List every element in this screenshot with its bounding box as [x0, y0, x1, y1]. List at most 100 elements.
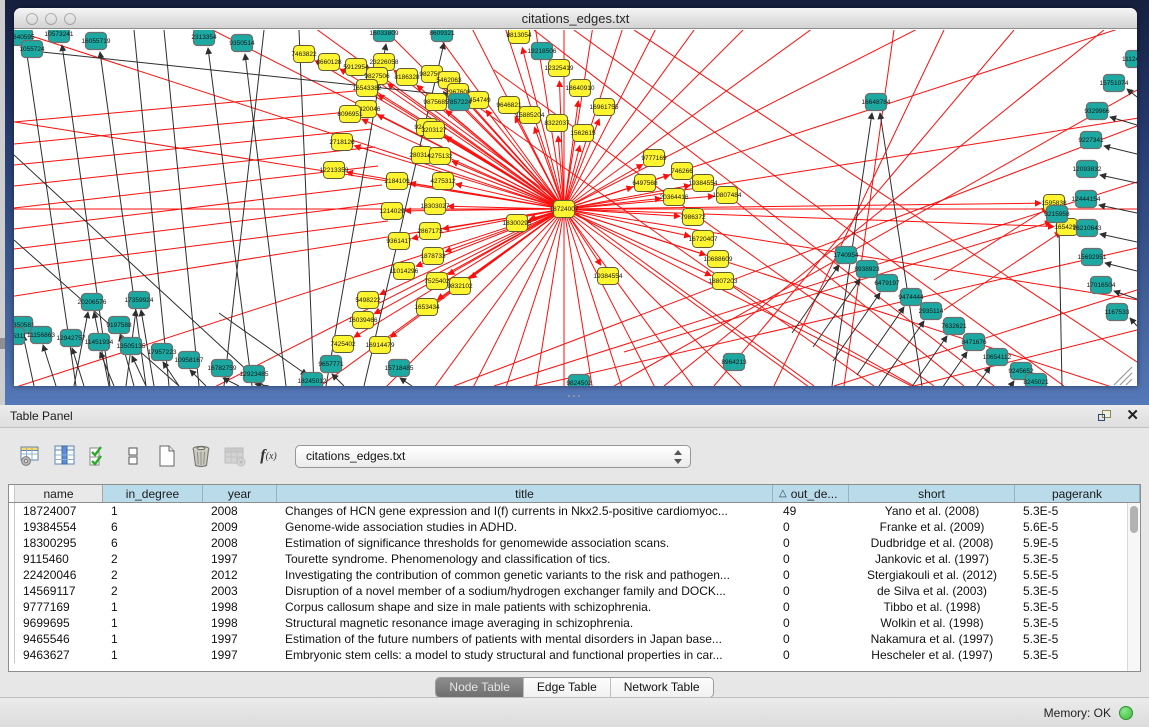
cell-title[interactable]: Disruption of a novel member of a sodium… [277, 583, 773, 599]
cell-pagerank[interactable]: 5.6E-5 [1015, 519, 1127, 535]
function-builder-button[interactable]: f(x) [255, 443, 282, 470]
cell-out_de[interactable]: 0 [773, 599, 849, 615]
cell-short[interactable]: de Silva et al. (2003) [849, 583, 1015, 599]
show-columns-button[interactable] [51, 443, 78, 470]
cell-name[interactable]: 19384554 [15, 519, 103, 535]
cell-title[interactable]: Tourette syndrome. Phenomenology and cla… [277, 551, 773, 567]
cell-short[interactable]: Nakamura et al. (1997) [849, 631, 1015, 647]
cell-year[interactable]: 2008 [203, 535, 277, 551]
cell-name[interactable]: 9115460 [15, 551, 103, 567]
table-selector-dropdown[interactable]: citations_edges.txt [295, 445, 691, 468]
cell-pagerank[interactable]: 5.3E-5 [1015, 503, 1127, 519]
table-row[interactable]: 946554611997Estimation of the future num… [9, 631, 1127, 647]
cell-name[interactable]: 9465546 [15, 631, 103, 647]
cell-year[interactable]: 1997 [203, 631, 277, 647]
column-header-name[interactable]: name [15, 485, 103, 502]
cell-name[interactable]: 14569117 [15, 583, 103, 599]
cell-short[interactable]: Dudbridge et al. (2008) [849, 535, 1015, 551]
table-row[interactable]: 2242004622012Investigating the contribut… [9, 567, 1127, 583]
cell-pagerank[interactable]: 5.9E-5 [1015, 535, 1127, 551]
cell-out_de[interactable]: 0 [773, 551, 849, 567]
cell-out_de[interactable]: 0 [773, 567, 849, 583]
cell-short[interactable]: Franke et al. (2009) [849, 519, 1015, 535]
table-row[interactable]: 1456911722003Disruption of a novel membe… [9, 583, 1127, 599]
window-titlebar[interactable]: citations_edges.txt [14, 8, 1137, 29]
cell-title[interactable]: Estimation of the future numbers of pati… [277, 631, 773, 647]
cell-year[interactable]: 2008 [203, 503, 277, 519]
cell-year[interactable]: 1997 [203, 551, 277, 567]
cell-name[interactable]: 9777169 [15, 599, 103, 615]
scrollbar-thumb[interactable] [1130, 506, 1138, 533]
cell-pagerank[interactable]: 5.3E-5 [1015, 631, 1127, 647]
cell-name[interactable]: 18724007 [15, 503, 103, 519]
cell-title[interactable]: Structural magnetic resonance image aver… [277, 615, 773, 631]
cell-pagerank[interactable]: 5.3E-5 [1015, 551, 1127, 567]
cell-title[interactable]: Estimation of significance thresholds fo… [277, 535, 773, 551]
cell-out_de[interactable]: 0 [773, 519, 849, 535]
cell-year[interactable]: 1997 [203, 647, 277, 663]
float-window-icon[interactable] [1098, 410, 1112, 422]
cell-year[interactable]: 2009 [203, 519, 277, 535]
cell-out_de[interactable]: 0 [773, 535, 849, 551]
cell-in_degree[interactable]: 1 [103, 503, 203, 519]
cell-in_degree[interactable]: 1 [103, 631, 203, 647]
column-header-in_degree[interactable]: in_degree [103, 485, 203, 502]
cell-year[interactable]: 2012 [203, 567, 277, 583]
cell-short[interactable]: Yano et al. (2008) [849, 503, 1015, 519]
tab-node-table[interactable]: Node Table [436, 678, 524, 697]
row-height-button[interactable] [119, 443, 146, 470]
citation-network-graph[interactable]: 7463822866012859129542322605898275068186… [14, 30, 1137, 386]
cell-name[interactable]: 9463627 [15, 647, 103, 663]
cell-out_de[interactable]: 0 [773, 647, 849, 663]
cell-in_degree[interactable]: 2 [103, 567, 203, 583]
cell-in_degree[interactable]: 2 [103, 583, 203, 599]
network-canvas[interactable]: 7463822866012859129542322605898275068186… [14, 30, 1137, 386]
cell-title[interactable]: Corpus callosum shape and size in male p… [277, 599, 773, 615]
table-settings-button[interactable] [17, 443, 44, 470]
cell-title[interactable]: Genome-wide association studies in ADHD. [277, 519, 773, 535]
close-panel-icon[interactable]: ✕ [1126, 409, 1139, 423]
cell-pagerank[interactable]: 5.5E-5 [1015, 567, 1127, 583]
cell-in_degree[interactable]: 1 [103, 599, 203, 615]
cell-short[interactable]: Stergiakouli et al. (2012) [849, 567, 1015, 583]
cell-year[interactable]: 2003 [203, 583, 277, 599]
cell-pagerank[interactable]: 5.3E-5 [1015, 615, 1127, 631]
table-scrollbar[interactable] [1127, 503, 1140, 671]
column-header-pagerank[interactable]: pagerank [1015, 485, 1140, 502]
cell-title[interactable]: Investigating the contribution of common… [277, 567, 773, 583]
column-header-out_de[interactable]: △out_de... [773, 485, 849, 502]
cell-in_degree[interactable]: 1 [103, 647, 203, 663]
splitter-grip[interactable] [566, 392, 582, 400]
cell-year[interactable]: 1998 [203, 615, 277, 631]
cell-short[interactable]: Wolkin et al. (1998) [849, 615, 1015, 631]
new-document-button[interactable] [153, 443, 180, 470]
column-header-year[interactable]: year [203, 485, 277, 502]
cell-short[interactable]: Hescheler et al. (1997) [849, 647, 1015, 663]
cell-short[interactable]: Tibbo et al. (1998) [849, 599, 1015, 615]
table-row[interactable]: 1872400712008Changes of HCN gene express… [9, 503, 1127, 519]
cell-name[interactable]: 22420046 [15, 567, 103, 583]
table-row[interactable]: 911546021997Tourette syndrome. Phenomeno… [9, 551, 1127, 567]
tab-edge-table[interactable]: Edge Table [524, 678, 611, 697]
cell-in_degree[interactable]: 1 [103, 615, 203, 631]
table-row[interactable]: 977716911998Corpus callosum shape and si… [9, 599, 1127, 615]
cell-pagerank[interactable]: 5.3E-5 [1015, 583, 1127, 599]
cell-name[interactable]: 18300295 [15, 535, 103, 551]
cell-in_degree[interactable]: 6 [103, 519, 203, 535]
tab-network-table[interactable]: Network Table [611, 678, 713, 697]
cell-name[interactable]: 9699695 [15, 615, 103, 631]
cell-title[interactable]: Changes of HCN gene expression and I(f) … [277, 503, 773, 519]
cell-out_de[interactable]: 49 [773, 503, 849, 519]
cell-pagerank[interactable]: 5.3E-5 [1015, 599, 1127, 615]
table-row[interactable]: 946362711997Embryonic stem cells: a mode… [9, 647, 1127, 663]
cell-short[interactable]: Jankovic et al. (1997) [849, 551, 1015, 567]
cell-in_degree[interactable]: 2 [103, 551, 203, 567]
column-header-title[interactable]: title [277, 485, 773, 502]
cell-pagerank[interactable]: 5.3E-5 [1015, 647, 1127, 663]
select-all-columns-button[interactable] [85, 443, 112, 470]
cell-title[interactable]: Embryonic stem cells: a model to study s… [277, 647, 773, 663]
cell-out_de[interactable]: 0 [773, 615, 849, 631]
cell-out_de[interactable]: 0 [773, 631, 849, 647]
delete-button[interactable] [187, 443, 214, 470]
cell-in_degree[interactable]: 6 [103, 535, 203, 551]
